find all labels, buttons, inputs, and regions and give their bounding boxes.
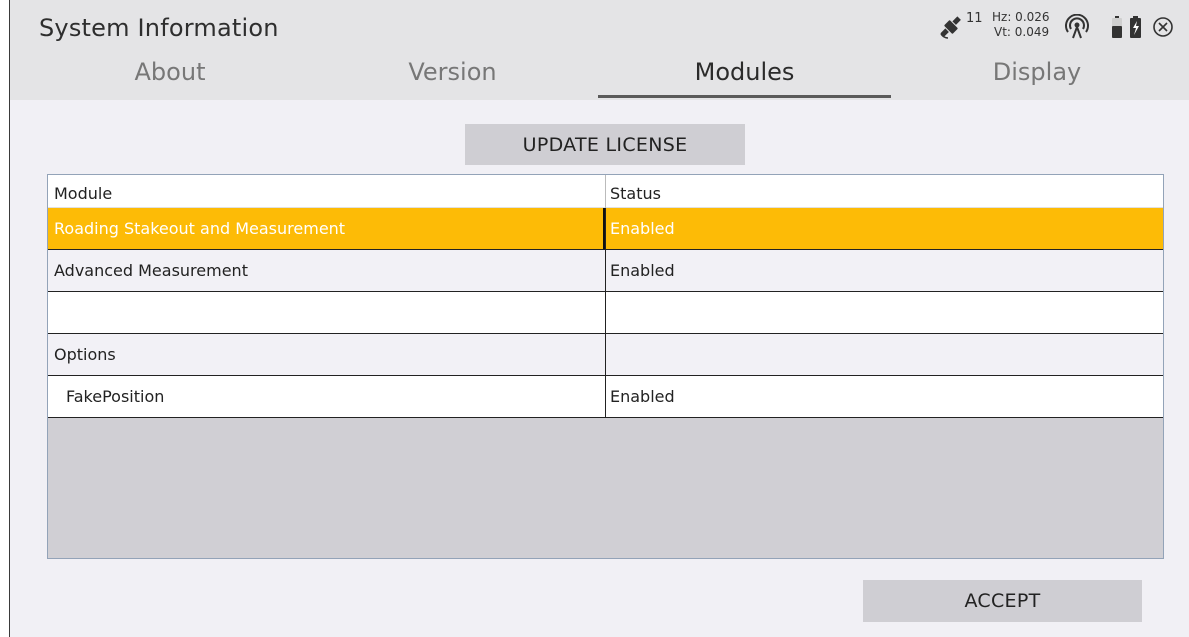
battery-charging-icon — [1130, 16, 1141, 38]
system-information-window: System Information 11 Hz: 0.026 Vt: 0.04… — [9, 0, 1189, 637]
satellite-count: 11 — [966, 11, 983, 26]
module-cell: FakePosition — [66, 387, 165, 406]
hz-value: Hz: 0.026 — [992, 10, 1050, 24]
satellite-icon — [940, 16, 961, 39]
tab-bar: About Version Modules Display — [10, 52, 1189, 100]
header-bar: System Information 11 Hz: 0.026 Vt: 0.04… — [10, 0, 1189, 100]
table-row[interactable]: Roading Stakeout and Measurement Enabled — [48, 208, 1163, 250]
status-cell: Enabled — [605, 208, 1163, 249]
page-title: System Information — [39, 14, 279, 42]
status-cell: Enabled — [605, 250, 1163, 291]
tab-version[interactable]: Version — [305, 58, 600, 100]
status-cell: Enabled — [605, 376, 1163, 417]
tab-modules[interactable]: Modules — [598, 58, 891, 100]
tab-about[interactable]: About — [30, 58, 310, 100]
status-cell — [605, 334, 1163, 375]
update-license-button[interactable]: UPDATE LICENSE — [465, 124, 745, 165]
column-header-status[interactable]: Status — [610, 184, 661, 203]
close-icon[interactable] — [1152, 16, 1174, 38]
table-row[interactable]: Advanced Measurement Enabled — [48, 250, 1163, 292]
table-row[interactable]: FakePosition Enabled — [48, 376, 1163, 418]
column-divider[interactable] — [605, 175, 606, 208]
table-row[interactable]: Options — [48, 334, 1163, 376]
table-row[interactable] — [48, 292, 1163, 334]
module-cell — [48, 292, 605, 333]
radio-signal-icon[interactable] — [1064, 14, 1090, 40]
tab-display[interactable]: Display — [892, 58, 1182, 100]
module-cell: Roading Stakeout and Measurement — [48, 208, 605, 249]
module-cell: Advanced Measurement — [54, 261, 248, 280]
battery-icon — [1112, 16, 1122, 38]
status-cell — [605, 292, 1163, 333]
module-cell: Options — [54, 345, 116, 364]
column-header-module[interactable]: Module — [54, 184, 112, 203]
accept-button[interactable]: ACCEPT — [863, 580, 1142, 622]
precision-readout: Hz: 0.026 Vt: 0.049 — [992, 10, 1050, 40]
status-area: 11 Hz: 0.026 Vt: 0.049 — [930, 8, 1189, 48]
vt-value: Vt: 0.049 — [994, 25, 1050, 39]
modules-table: Module Status Roading Stakeout and Measu… — [47, 174, 1164, 559]
table-header: Module Status — [48, 175, 1163, 208]
